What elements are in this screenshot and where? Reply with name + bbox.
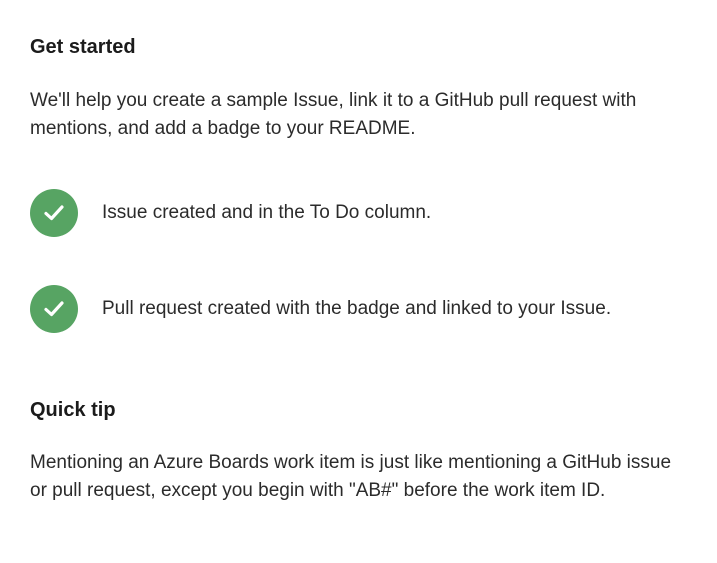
step-pull-request-created: Pull request created with the badge and … (30, 285, 690, 333)
get-started-heading: Get started (30, 36, 136, 58)
step-label: Issue created and in the To Do column. (102, 202, 432, 223)
get-started-description: We'll help you create a sample Issue, li… (30, 90, 637, 139)
checkmark-icon (30, 189, 78, 237)
quick-tip-heading: Quick tip (30, 399, 116, 421)
quick-tip-text: Mentioning an Azure Boards work item is … (30, 452, 672, 501)
step-issue-created: Issue created and in the To Do column. (30, 189, 690, 237)
checkmark-icon (30, 285, 78, 333)
step-label: Pull request created with the badge and … (102, 298, 612, 319)
